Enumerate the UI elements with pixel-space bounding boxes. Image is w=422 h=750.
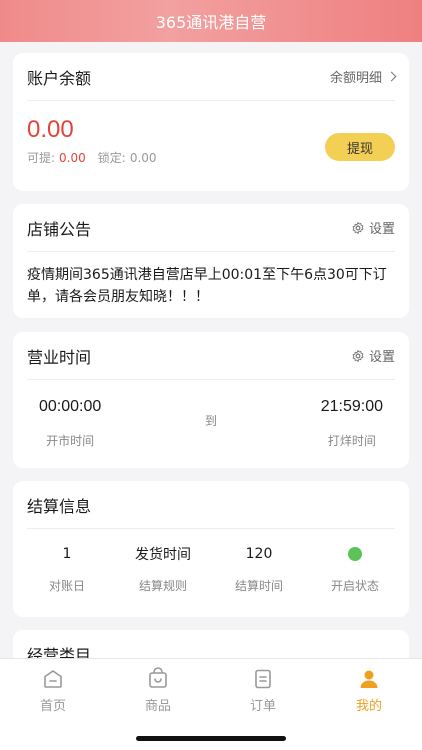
close-time-label: 打烊时间 [327,434,376,448]
settlement-card-header: 结算信息 [27,481,395,529]
notice-text: 疫情期间365通讯港自营店早上00:01至下午6点30可下订单，请各会员朋友知晓… [27,267,387,305]
settlement-status-value [348,543,362,565]
close-time: 21:59:00 [320,398,383,415]
to-label: 到 [204,414,217,428]
tab-products-label: 商品 [144,699,171,714]
locked-value: 0.00 [129,151,157,165]
balance-detail-label: 余额明细 [329,71,382,86]
settlement-status-label: 开启状态 [330,579,379,593]
settlement-day-value: 1 [62,546,72,562]
tab-orders[interactable]: 订单 [233,667,293,714]
settlement-card: 结算信息 1 对账日 发货时间 结算规则 120 结算时间 开启状态 [13,481,409,617]
tab-home-label: 首页 [39,699,66,714]
open-time: 00:00:00 [39,398,102,415]
balance-sub-info: 可提: 0.00 锁定: 0.00 [27,149,157,166]
hours-card: 营业时间 设置 00:00:00 开市时间 到 21:59:00 打烊时间 [13,332,409,468]
locked-label: 锁定: [97,151,126,165]
tab-home[interactable]: 首页 [23,667,83,714]
status-dot-icon [348,547,362,561]
tab-products[interactable]: 商品 [128,667,188,714]
settlement-item: 开启状态 [307,543,403,594]
page-title: 365通讯港自营 [155,13,267,32]
home-indicator [136,736,286,741]
settlement-item: 1 对账日 [19,543,115,594]
settlement-time-value: 120 [245,546,273,562]
withdraw-button[interactable]: 提现 [325,133,395,161]
settlement-rule-label: 结算规则 [138,579,187,593]
gear-icon [352,349,364,362]
tab-profile-label: 我的 [355,699,382,714]
chevron-right-icon [386,71,397,82]
balance-detail-link[interactable]: 余额明细 [329,67,397,86]
hours-settings-label: 设置 [368,350,395,365]
settlement-row: 1 对账日 发货时间 结算规则 120 结算时间 开启状态 [13,529,409,594]
balance-card-header: 账户余额 余额明细 [27,53,397,101]
settlement-day-label: 对账日 [48,579,85,593]
gear-icon [352,221,364,234]
tab-profile[interactable]: 我的 [339,667,399,714]
settlement-title: 结算信息 [27,496,92,516]
close-time-block: 21:59:00 打烊时间 [321,398,383,449]
order-icon [255,669,271,689]
settlement-item: 发货时间 结算规则 [115,543,211,594]
hours-card-header: 营业时间 设置 [27,332,395,380]
hours-settings-button[interactable]: 设置 [351,346,395,365]
settlement-time-label: 结算时间 [234,579,283,593]
open-time-label: 开市时间 [46,434,95,448]
hours-row: 00:00:00 开市时间 到 21:59:00 打烊时间 [13,380,409,449]
notice-card: 店铺公告 设置 疫情期间365通讯港自营店早上00:01至下午6点30可下订单，… [13,204,409,318]
open-time-block: 00:00:00 开市时间 [39,398,101,449]
balance-title: 账户余额 [27,68,92,88]
balance-card: 账户余额 余额明细 0.00 可提: 0.00 锁定: 0.00 提现 [13,53,409,191]
notice-settings-button[interactable]: 设置 [351,218,395,237]
bag-icon [149,667,167,688]
notice-settings-label: 设置 [368,222,395,237]
settlement-item: 120 结算时间 [211,543,307,594]
notice-card-header: 店铺公告 设置 [27,204,395,252]
hours-title: 营业时间 [27,347,92,367]
top-header: 365通讯港自营 [0,0,422,42]
notice-title: 店铺公告 [27,219,92,239]
withdrawable-label: 可提: [27,151,56,165]
settlement-rule-value: 发货时间 [135,547,191,563]
withdrawable-value: 0.00 [59,151,86,165]
tab-orders-label: 订单 [249,699,276,714]
home-icon [44,670,62,688]
balance-amount: 0.00 [27,116,74,143]
profile-icon [360,670,378,688]
